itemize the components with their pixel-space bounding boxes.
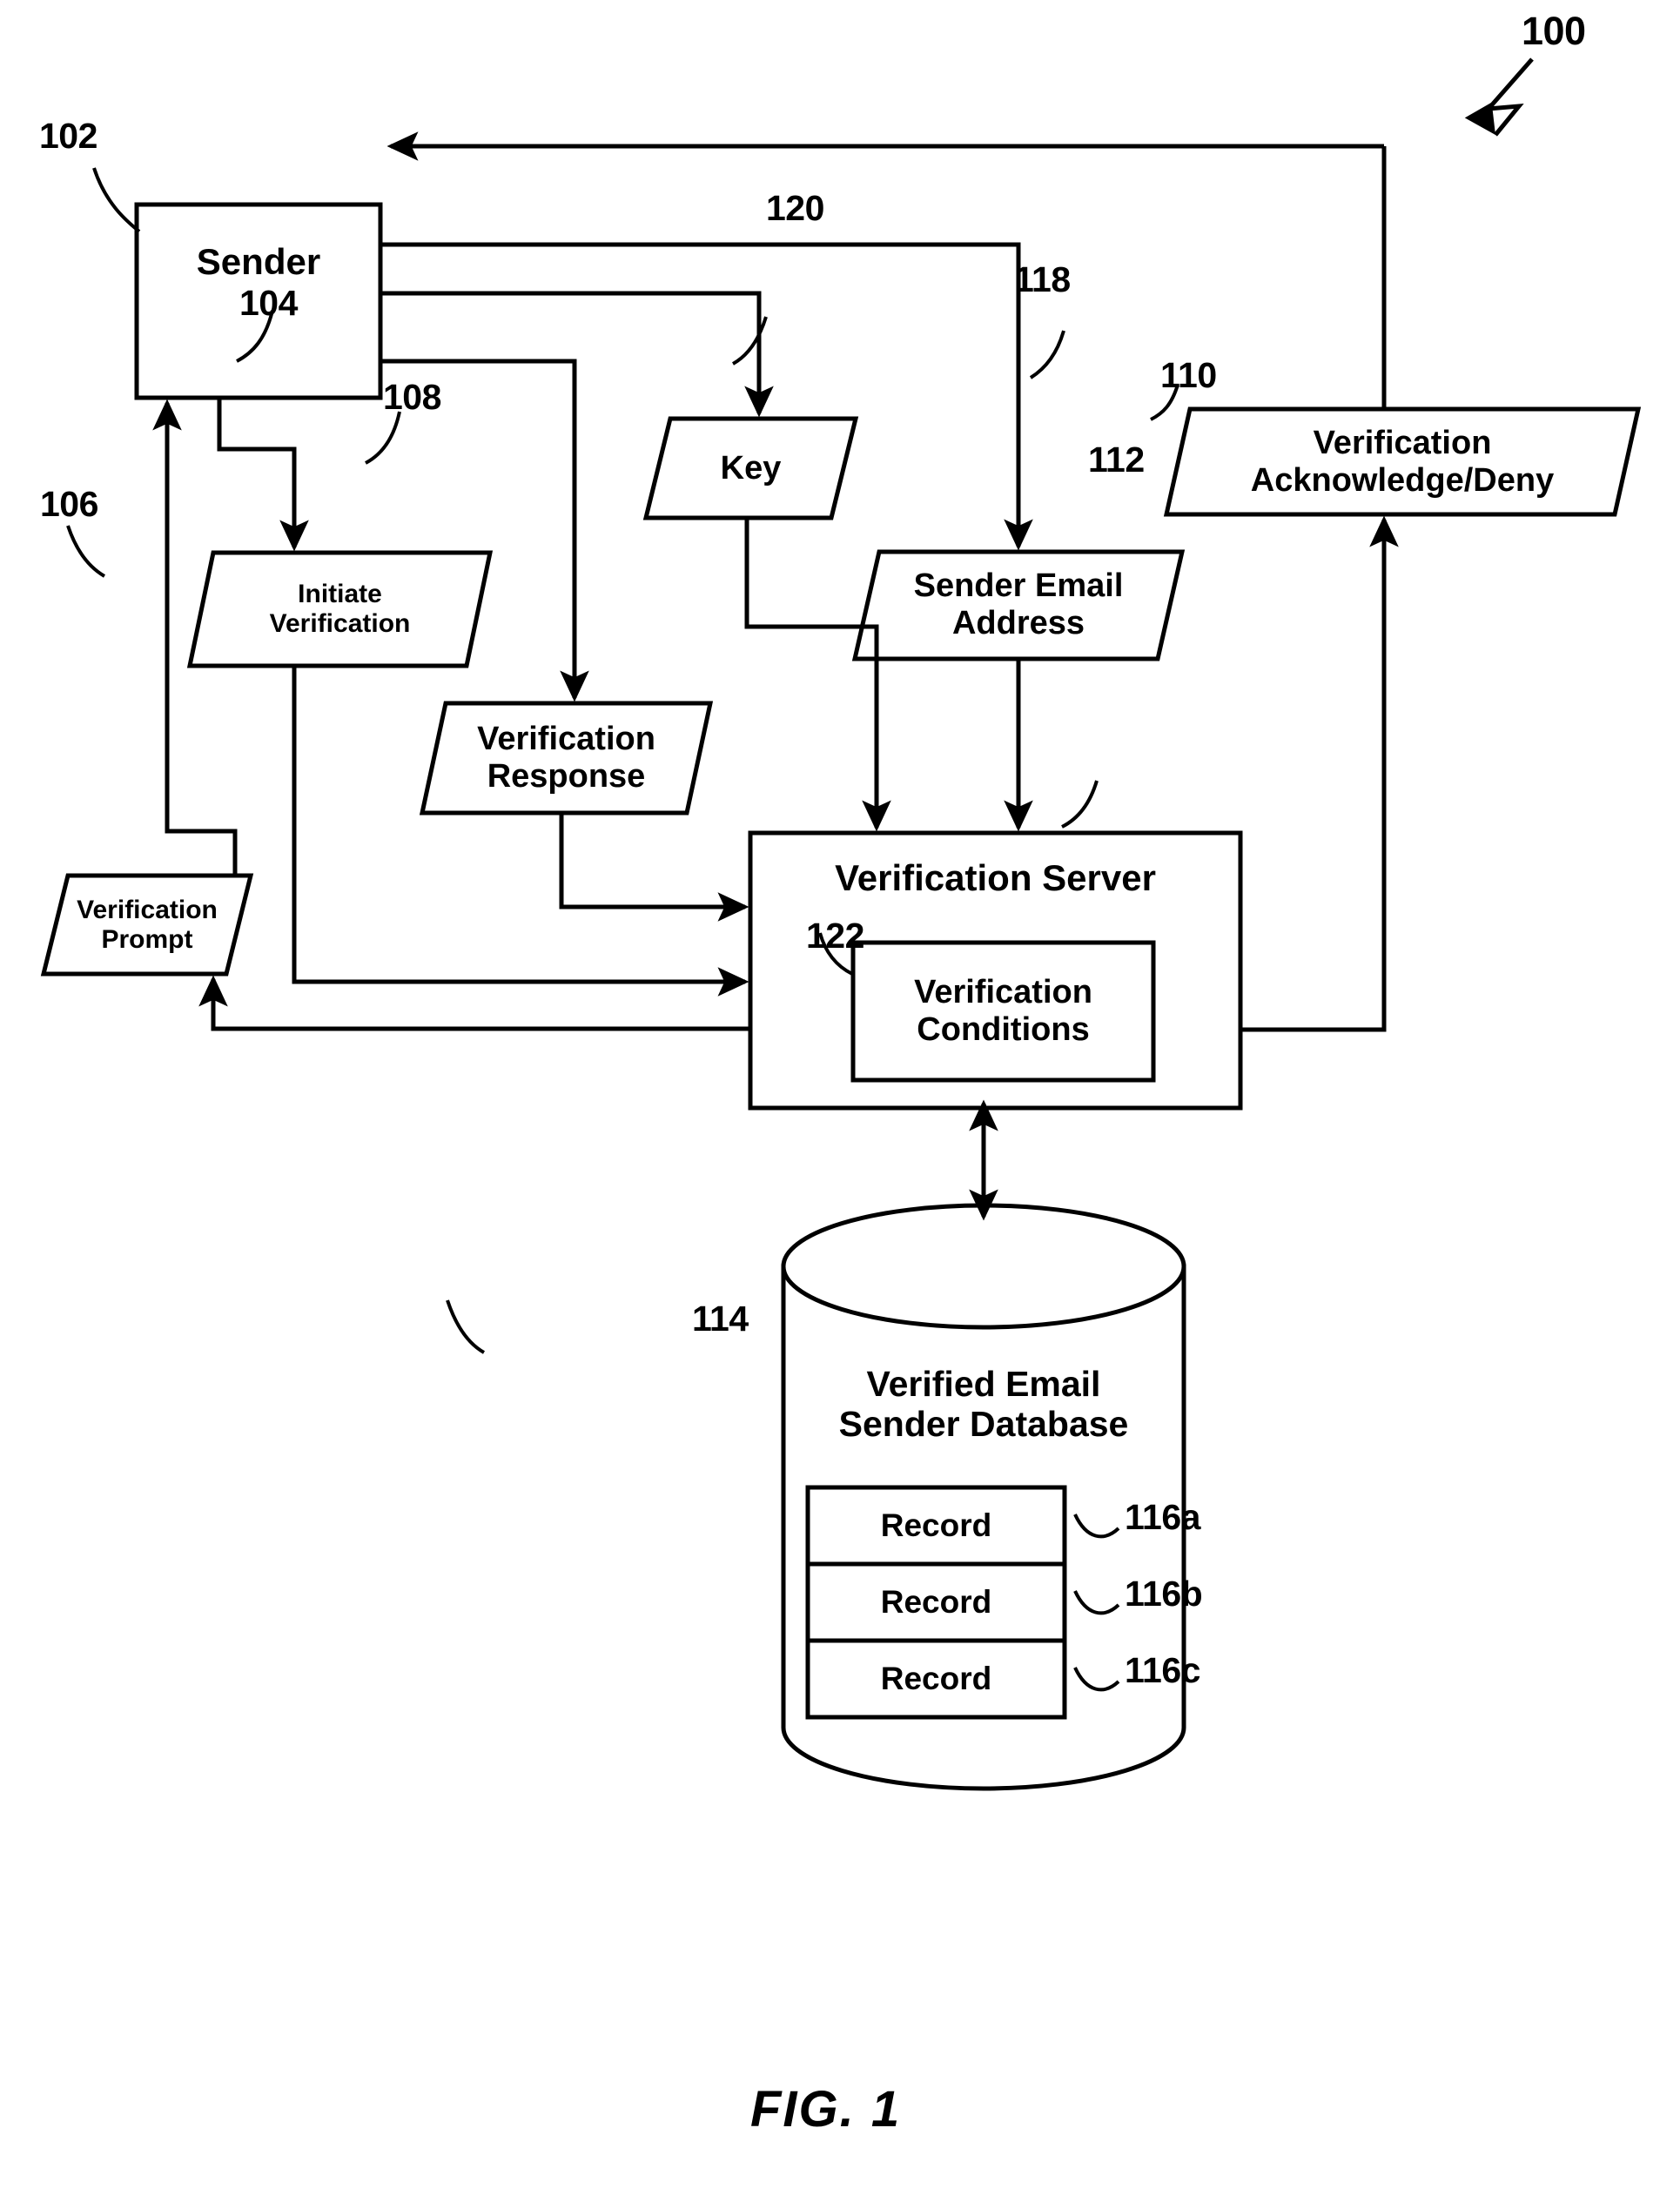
- node-key-label: Key: [720, 449, 782, 487]
- reference-106: 106: [40, 484, 98, 524]
- reference-116c: 116c: [1125, 1650, 1200, 1690]
- node-database-label: Verified Email Sender Database: [838, 1364, 1129, 1444]
- reference-104: 104: [239, 283, 298, 323]
- reference-110: 110: [1160, 355, 1217, 395]
- leader-106: [66, 525, 106, 578]
- reference-116b: 116b: [1125, 1574, 1203, 1614]
- node-prompt-label: Verification Prompt: [77, 895, 218, 954]
- reference-102: 102: [39, 116, 97, 156]
- node-server-label: Verification Server: [835, 857, 1156, 898]
- figure-caption: FIG. 1: [750, 2081, 902, 2138]
- reference-118: 118: [1014, 259, 1071, 299]
- node-initiate-label: Initiate Verification: [269, 580, 411, 638]
- reference-120: 120: [766, 188, 824, 228]
- record-label-b: Record: [880, 1584, 992, 1621]
- leader-118: [1029, 330, 1065, 379]
- leader-112: [1061, 780, 1099, 829]
- record-label-c: Record: [880, 1661, 992, 1697]
- leader-100-lightning: [1483, 57, 1534, 137]
- node-sender-label: Sender: [196, 241, 321, 283]
- connector-sender-to-initiate: [217, 398, 309, 552]
- connector-response-to-server: [559, 813, 749, 922]
- leader-114: [446, 1299, 486, 1354]
- node-ack-deny-label: Verification Acknowledge/Deny: [1250, 424, 1555, 499]
- leader-102: [92, 167, 141, 233]
- reference-100: 100: [1522, 9, 1586, 53]
- connector-server-to-prompt: [198, 975, 750, 1031]
- reference-112: 112: [1088, 440, 1145, 480]
- reference-114: 114: [692, 1299, 749, 1339]
- leader-108: [365, 411, 401, 465]
- node-conditions-label: Verification Conditions: [914, 974, 1092, 1048]
- reference-108: 108: [383, 377, 441, 417]
- node-response-label: Verification Response: [477, 721, 655, 795]
- node-database-top-ellipse: [781, 1203, 1186, 1330]
- reference-116a: 116a: [1125, 1497, 1200, 1537]
- connector-server-to-ack-deny: [1240, 515, 1399, 1032]
- node-sender-email-label: Sender Email Address: [913, 567, 1124, 641]
- patent-figure-page: 100 102 Sender 104 Initiate Verification…: [0, 0, 1680, 2195]
- record-label-a: Record: [880, 1507, 992, 1544]
